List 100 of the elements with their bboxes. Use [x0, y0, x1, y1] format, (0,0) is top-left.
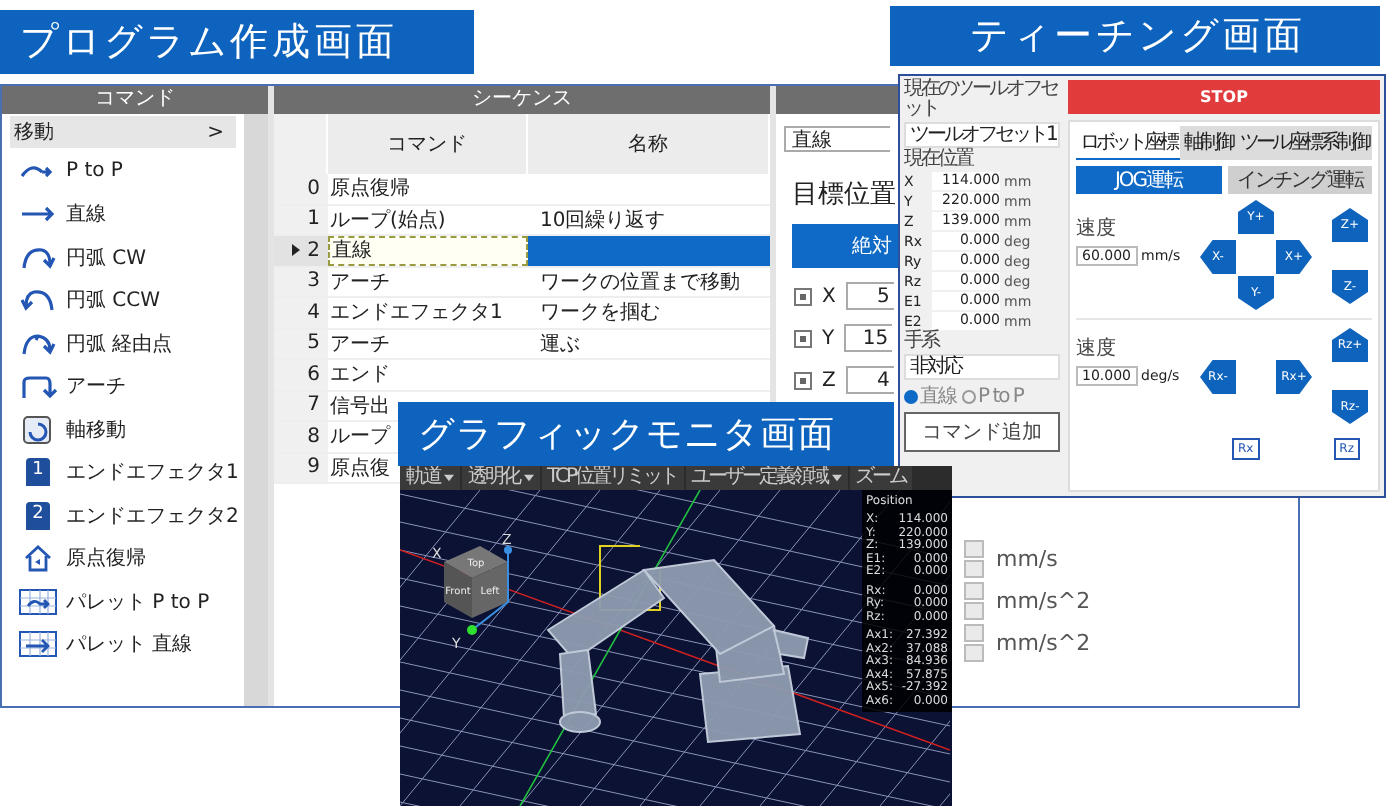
table-cell-text: アーチ	[330, 269, 390, 296]
row-number: 3	[307, 270, 320, 293]
caret-icon	[523, 474, 533, 482]
screen-title-banner: グラフィックモニタ画面	[398, 402, 894, 466]
command-item[interactable]: P to P	[2, 150, 244, 193]
end-effector-icon: 1	[26, 458, 50, 487]
spinner-buttons[interactable]	[964, 582, 984, 620]
command-item[interactable]: 原点復帰	[2, 537, 244, 580]
toolbar-button[interactable]: ズーム	[849, 466, 913, 490]
row-number: 9	[307, 456, 320, 479]
category-dropdown[interactable]: 移動 >	[10, 116, 236, 148]
row-header[interactable]: 4	[274, 298, 328, 327]
field-label: 手系	[904, 332, 941, 352]
table-cell-text: 10回繰り返す	[538, 207, 668, 234]
axis-label: Y	[822, 327, 835, 349]
tab[interactable]: ロボット座標	[1076, 126, 1180, 160]
field-label: 現在位置	[904, 150, 975, 170]
mode-button[interactable]: JOG運転	[1076, 166, 1221, 194]
command-item[interactable]: 2 エンドエフェクタ2	[2, 494, 244, 537]
command-item[interactable]: パレット P to P	[2, 580, 244, 623]
motion-arrow-icon	[18, 372, 58, 401]
stop-button[interactable]: STOP	[1068, 80, 1380, 114]
motion-arrow-icon	[18, 286, 58, 315]
command-item[interactable]: 1 エンドエフェクタ1	[2, 451, 244, 494]
motion-arrow-icon	[18, 329, 58, 358]
axis-label: X	[822, 285, 836, 307]
table-cell-text: 原点復	[330, 455, 390, 482]
tab[interactable]: ツール座標系制御	[1236, 126, 1372, 160]
unit-label: mm/s^2	[996, 630, 1091, 656]
pallet-grid-icon	[18, 630, 58, 659]
row-number: 2	[307, 239, 320, 262]
row-number: 5	[307, 332, 320, 355]
table-cell-text: ワークを掴む	[538, 300, 662, 327]
checkbox[interactable]	[794, 371, 812, 389]
checkbox[interactable]	[794, 287, 812, 305]
row-header[interactable]: 7	[274, 391, 328, 420]
input-field[interactable]: 4	[845, 366, 894, 394]
spinner-buttons[interactable]	[964, 540, 984, 578]
input-field[interactable]: 15	[844, 324, 893, 352]
toolbar-button[interactable]: 軌道	[400, 466, 460, 490]
unit-label: mm/s	[996, 546, 1058, 572]
tool-offset-field[interactable]: ツールオフセット1	[904, 122, 1060, 148]
checkbox[interactable]	[794, 329, 812, 347]
section-title: 目標位置	[792, 178, 896, 212]
mode-button[interactable]: インチング運転	[1227, 166, 1372, 194]
field-label: 速度	[1076, 218, 1116, 240]
table-cell-text: エンド	[330, 362, 390, 389]
command-item[interactable]: パレット 直線	[2, 623, 244, 666]
row-header[interactable]: 5	[274, 329, 328, 358]
unit-label: mm/s^2	[996, 588, 1091, 614]
field-label: 速度	[1076, 338, 1116, 360]
end-effector-icon: 2	[26, 501, 50, 530]
row-number: 6	[307, 363, 320, 386]
row-header[interactable]: 6	[274, 360, 328, 389]
toolbar-button[interactable]: TCP位置リミット	[541, 466, 684, 490]
panel-header	[776, 86, 898, 114]
row-header[interactable]: 3	[274, 267, 328, 296]
current-row-icon	[291, 244, 300, 257]
motion-arrow-icon	[18, 243, 58, 272]
column-header: コマンド	[328, 114, 528, 174]
row-header[interactable]: 8	[274, 422, 328, 451]
input-field[interactable]: 5	[845, 282, 894, 310]
tab[interactable]: 軸制御	[1180, 126, 1236, 160]
screen-title-banner: プログラム作成画面	[0, 10, 474, 74]
row-header[interactable]: 2	[274, 236, 328, 265]
caret-icon	[444, 474, 454, 482]
row-header[interactable]: 9	[274, 453, 328, 482]
row-number: 0	[307, 177, 320, 200]
command-item[interactable]: 円弧 CCW	[2, 279, 244, 322]
table-cell-text: 直線	[332, 237, 372, 265]
screen-title-banner: ティーチング画面	[890, 6, 1380, 66]
pallet-grid-icon	[18, 587, 58, 616]
toolbar-button[interactable]: 透明化	[462, 466, 539, 490]
panel-header: コマンド	[2, 86, 268, 114]
value-field: 非対応	[904, 354, 1060, 380]
caret-icon	[831, 474, 842, 482]
spinner-buttons[interactable]	[964, 624, 984, 662]
column-header: 名称	[528, 114, 770, 174]
row-number: 4	[307, 301, 320, 324]
add-command-button[interactable]: コマンド追加	[904, 412, 1060, 452]
command-item[interactable]: 円弧 経由点	[2, 322, 244, 365]
row-header[interactable]: 1	[274, 205, 328, 234]
command-item[interactable]: 直線	[2, 193, 244, 236]
row-number: 8	[307, 425, 320, 448]
table-cell-text: 信号出	[330, 393, 390, 420]
command-item[interactable]: アーチ	[2, 365, 244, 408]
table-cell-text: ループ(始点)	[330, 207, 446, 234]
command-type-select[interactable]: 直線	[784, 126, 890, 152]
absolute-mode-button[interactable]: 絶対	[792, 224, 898, 268]
row-header[interactable]: 0	[274, 174, 328, 203]
table-cell-text: 原点復帰	[330, 175, 410, 203]
table-cell-text: エンドエフェクタ1	[330, 300, 503, 327]
table-cell-text: アーチ	[330, 331, 390, 358]
command-item[interactable]: 軸移動	[2, 408, 244, 451]
table-cell-text: 運ぶ	[538, 331, 582, 358]
table-cell-text: ワークの位置まで移動	[538, 269, 742, 296]
table-cell-text: ループ	[330, 423, 390, 451]
row-number: 1	[307, 208, 320, 231]
command-item[interactable]: 円弧 CW	[2, 236, 244, 279]
scrollbar[interactable]	[244, 114, 268, 706]
